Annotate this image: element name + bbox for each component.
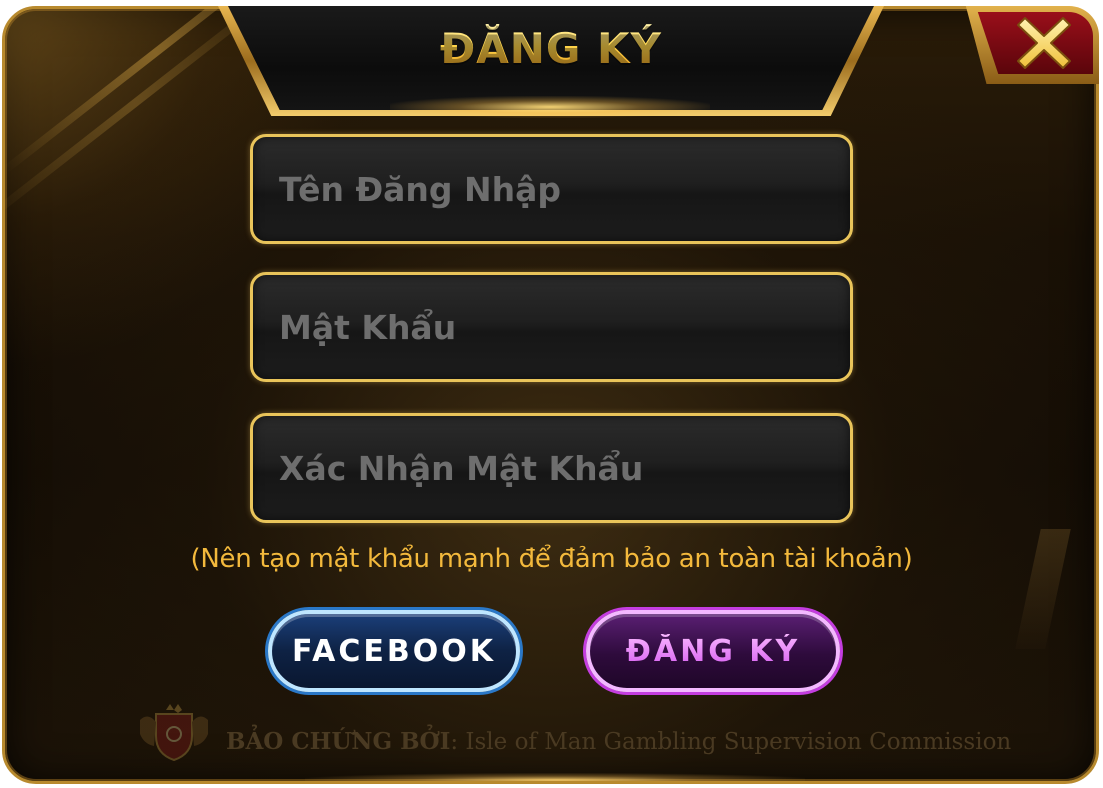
username-field[interactable] [250, 134, 853, 244]
close-x-icon[interactable] [1015, 14, 1073, 72]
password-field[interactable] [250, 272, 853, 382]
dialog-title: ĐĂNG KÝ [228, 24, 874, 73]
credit-org: : Isle of Man Gambling Supervision Commi… [450, 729, 1012, 755]
confirm-password-field[interactable] [250, 413, 853, 523]
decor-bottom-glow [305, 773, 805, 781]
password-hint: (Nên tạo mật khẩu mạnh để đảm bảo an toà… [190, 544, 913, 574]
register-button-label: ĐĂNG KÝ [625, 633, 801, 669]
facebook-button[interactable]: FACEBOOK [268, 610, 520, 692]
crest-icon [134, 700, 214, 764]
credit-text: BẢO CHỨNG BỞI: Isle of Man Gambling Supe… [226, 728, 1011, 755]
confirm-password-input[interactable] [253, 416, 850, 520]
register-button[interactable]: ĐĂNG KÝ [586, 610, 840, 692]
username-input[interactable] [253, 137, 850, 241]
facebook-button-label: FACEBOOK [292, 633, 496, 669]
title-glow [390, 96, 710, 118]
register-dialog [2, 6, 1099, 784]
password-input[interactable] [253, 275, 850, 379]
credit-label: BẢO CHỨNG BỞI [226, 728, 451, 755]
